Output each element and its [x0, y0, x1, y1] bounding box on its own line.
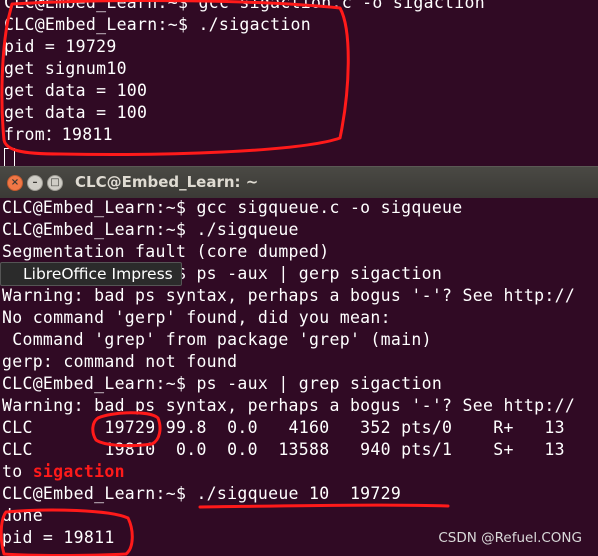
- window-titlebar[interactable]: × – □ CLC@Embed_Learn: ~: [0, 166, 598, 198]
- terminal-line: pid = 19729: [4, 37, 117, 56]
- terminal-line: CLC@Embed_Learn:~$ gcc sigqueue.c -o sig…: [2, 198, 463, 217]
- bottom-terminal-output[interactable]: CLC@Embed_Learn:~$ gcc sigqueue.c -o sig…: [0, 197, 598, 549]
- terminal-line: get data = 100: [4, 81, 148, 100]
- terminal-line: Warning: bad ps syntax, perhaps a bogus …: [2, 396, 576, 415]
- terminal-line: get data = 100: [4, 103, 148, 122]
- terminal-cursor-line: [0, 146, 598, 168]
- taskbar-tooltip: LibreOffice Impress: [0, 262, 182, 286]
- window-title: CLC@Embed_Learn: ~: [75, 173, 259, 191]
- terminal-cursor: [4, 148, 15, 167]
- terminal-line: Command 'grep' from package 'grep' (main…: [2, 330, 432, 349]
- minimize-icon[interactable]: –: [27, 175, 43, 191]
- annotation-label: sigaction: [32, 462, 125, 481]
- watermark: CSDN @Refuel.CONG: [438, 530, 582, 546]
- terminal-line: Warning: bad ps syntax, perhaps a bogus …: [2, 286, 576, 305]
- terminal-line: CLC@Embed_Learn:~$ ./sigaction: [4, 15, 312, 34]
- terminal-line: to sigaction: [0, 461, 598, 483]
- terminal-line: Segmentation fault (core dumped): [2, 242, 330, 261]
- terminal-line: done: [2, 506, 43, 525]
- terminal-line: gerp: command not found: [2, 352, 238, 371]
- terminal-line-text: to: [2, 462, 23, 481]
- terminal-line: CLC@Embed_Learn:~$ ./sigqueue: [2, 220, 299, 239]
- maximize-icon[interactable]: □: [47, 175, 63, 191]
- terminal-line: No command 'gerp' found, did you mean:: [2, 308, 391, 327]
- top-terminal-output[interactable]: CLC@Embed_Learn:~$ gcc sigaction.c -o si…: [0, 0, 598, 168]
- terminal-line: CLC@Embed_Learn:~$ ps -aux | grep sigact…: [2, 374, 443, 393]
- terminal-line: CLC@Embed_Learn:~$ gcc sigaction.c -o si…: [4, 0, 485, 12]
- terminal-line: CLC 19810 0.0 0.0 13588 940 pts/1 S+ 13: [2, 440, 565, 459]
- close-icon[interactable]: ×: [7, 175, 23, 191]
- terminal-line: from：19811: [4, 125, 113, 144]
- terminal-line: CLC 19729 99.8 0.0 4160 352 pts/0 R+ 13: [2, 418, 565, 437]
- terminal-line: get signum10: [4, 59, 127, 78]
- terminal-line: CLC@Embed_Learn:~$ ./sigqueue 10 19729: [2, 484, 402, 503]
